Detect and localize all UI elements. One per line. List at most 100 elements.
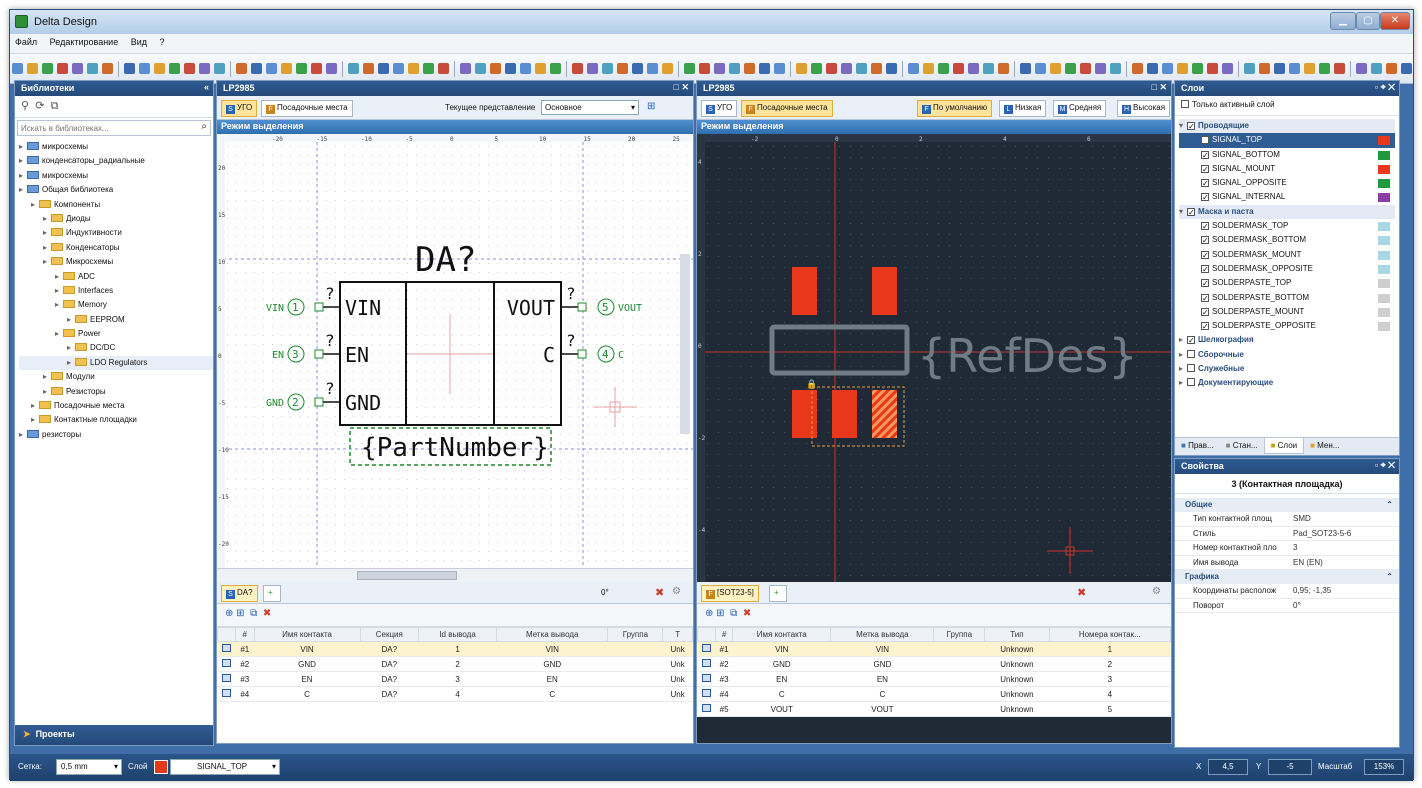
toolbar-button-icon[interactable]: [1207, 63, 1218, 74]
x-field[interactable]: 4,5: [1208, 759, 1248, 775]
library-tree-item[interactable]: ▸ Посадочные места: [19, 399, 213, 413]
tab-ugo[interactable]: S УГО: [701, 100, 738, 117]
delete-pad-icon[interactable]: ✖: [743, 608, 751, 619]
toolbar-button-icon[interactable]: [729, 63, 740, 74]
layer-checkbox[interactable]: ✓: [1201, 136, 1209, 145]
layer-item[interactable]: ✓ SIGNAL_INTERNAL: [1179, 190, 1395, 204]
library-tree-item[interactable]: ▸ Диоды: [19, 212, 213, 226]
expand-icon[interactable]: ▸: [55, 327, 63, 341]
library-tree-item[interactable]: ▸ резисторы: [19, 428, 213, 442]
table-cell[interactable]: #3: [715, 671, 733, 687]
table-cell[interactable]: [933, 641, 985, 657]
menu-edit[interactable]: Редактирование: [45, 34, 124, 50]
toolbar-button-icon[interactable]: [617, 63, 628, 74]
property-row[interactable]: Координаты располож 0,95; -1,35: [1175, 584, 1399, 599]
copy-pad-icon[interactable]: ⧉: [730, 608, 737, 619]
toolbar-button-icon[interactable]: [826, 63, 837, 74]
toolbar-button-icon[interactable]: [124, 63, 135, 74]
table-header[interactable]: #: [714, 627, 734, 642]
toolbar-button-icon[interactable]: [587, 63, 598, 74]
toolbar-button-icon[interactable]: [998, 63, 1009, 74]
only-active-checkbox[interactable]: [1181, 100, 1189, 108]
toolbar-button-icon[interactable]: [1147, 63, 1158, 74]
toolbar-button-icon[interactable]: [27, 63, 38, 74]
toolbar-button-icon[interactable]: [968, 63, 979, 74]
schematic-vscroll-thumb[interactable]: [680, 254, 690, 434]
layer-color-swatch[interactable]: [1378, 136, 1390, 146]
toolbar-button-icon[interactable]: [602, 63, 613, 74]
toolbar-button-icon[interactable]: [408, 63, 419, 74]
layer-group-checkbox[interactable]: [1187, 378, 1195, 387]
toolbar-button-icon[interactable]: [12, 63, 23, 74]
expand-icon[interactable]: ▸: [19, 183, 27, 197]
table-cell[interactable]: Unknown: [984, 701, 1050, 717]
toolbar-button-icon[interactable]: [475, 63, 486, 74]
add-tab-button[interactable]: +: [263, 585, 281, 602]
toolbar-button-icon[interactable]: [535, 63, 546, 74]
layers-panel-tab[interactable]: ■ Прав...: [1175, 438, 1220, 453]
table-cell[interactable]: [933, 701, 985, 717]
toolbar-button-icon[interactable]: [296, 63, 307, 74]
layer-checkbox[interactable]: ✓: [1201, 179, 1209, 188]
close-doc-icon[interactable]: □ ✕: [674, 82, 689, 93]
collapse-icon[interactable]: ⌃: [1386, 498, 1393, 512]
expand-icon[interactable]: ▸: [43, 212, 51, 226]
panel-controls-icon[interactable]: ▫ ⌖ ✕: [1375, 460, 1395, 471]
property-row[interactable]: Тип контактной площ SMD: [1175, 512, 1399, 527]
toolbar-button-icon[interactable]: [1222, 63, 1233, 74]
table-cell[interactable]: Unknown: [984, 686, 1050, 702]
library-tree-item[interactable]: ▸ Модули: [19, 370, 213, 384]
toolbar-button-icon[interactable]: [1356, 63, 1367, 74]
quality-default-button[interactable]: F По умолчанию: [917, 100, 993, 117]
projects-bar[interactable]: ➤ Проекты: [15, 725, 213, 745]
toolbar-button-icon[interactable]: [759, 63, 770, 74]
table-cell[interactable]: #1: [715, 641, 733, 657]
library-search[interactable]: ⌕: [17, 120, 211, 136]
layer-group[interactable]: ▸ Сборочные: [1179, 348, 1395, 362]
layer-color-swatch[interactable]: [1378, 236, 1390, 246]
layer-checkbox[interactable]: ✓: [1201, 322, 1209, 331]
layer-item[interactable]: ✓ SOLDERPASTE_TOP: [1179, 276, 1395, 290]
table-cell[interactable]: [607, 686, 663, 702]
layer-color-swatch[interactable]: [1378, 250, 1390, 260]
layer-color-swatch[interactable]: [1378, 307, 1390, 317]
layer-group-checkbox[interactable]: ✓: [1187, 336, 1195, 345]
table-cell[interactable]: GND: [254, 656, 361, 672]
table-header[interactable]: Группа: [933, 627, 986, 642]
add-pins-icon[interactable]: ⊞: [236, 608, 244, 619]
table-cell[interactable]: Unk: [662, 671, 693, 687]
table-row[interactable]: #2 GND DA? 2 GND Unk: [217, 656, 693, 672]
pad-2[interactable]: [832, 390, 857, 438]
toolbar-button-icon[interactable]: [1401, 63, 1412, 74]
toolbar-button-icon[interactable]: [72, 63, 83, 74]
library-tree-item[interactable]: ▸ Контактные площадки: [19, 413, 213, 427]
library-tree-item[interactable]: ▸ Индуктивности: [19, 226, 213, 240]
menu-view[interactable]: Вид: [126, 34, 152, 50]
delete-pin-icon[interactable]: ✖: [263, 608, 271, 619]
layers-panel-tab[interactable]: ■ Стан...: [1220, 438, 1264, 453]
layer-group[interactable]: ▸ Служебные: [1179, 362, 1395, 376]
layer-color-swatch[interactable]: [1378, 293, 1390, 303]
table-cell[interactable]: Unk: [662, 641, 693, 657]
table-cell[interactable]: GND: [496, 656, 608, 672]
toolbar-button-icon[interactable]: [154, 63, 165, 74]
expand-icon[interactable]: ▸: [43, 255, 51, 269]
zoom-field[interactable]: 153%: [1364, 759, 1404, 775]
layer-checkbox[interactable]: ✓: [1201, 164, 1209, 173]
property-row[interactable]: Имя вывода EN (EN): [1175, 556, 1399, 570]
toolbar-button-icon[interactable]: [378, 63, 389, 74]
expand-icon[interactable]: ▾: [1179, 205, 1187, 219]
expand-icon[interactable]: ▸: [67, 341, 75, 355]
layer-checkbox[interactable]: ✓: [1201, 250, 1209, 259]
table-cell[interactable]: DA?: [360, 641, 419, 657]
layer-group-checkbox[interactable]: ✓: [1187, 122, 1195, 131]
properties-group-graphics[interactable]: Графика ⌃: [1175, 570, 1399, 584]
toolbar-button-icon[interactable]: [1192, 63, 1203, 74]
toolbar-button-icon[interactable]: [423, 63, 434, 74]
table-row[interactable]: #2 GND GND Unknown 2: [697, 656, 1171, 672]
layer-group[interactable]: ▸ Документирующие: [1179, 376, 1395, 390]
table-cell[interactable]: #2: [715, 656, 733, 672]
properties-group-general[interactable]: Общие ⌃: [1175, 498, 1399, 512]
toolbar-button-icon[interactable]: [363, 63, 374, 74]
toolbar-button-icon[interactable]: [505, 63, 516, 74]
